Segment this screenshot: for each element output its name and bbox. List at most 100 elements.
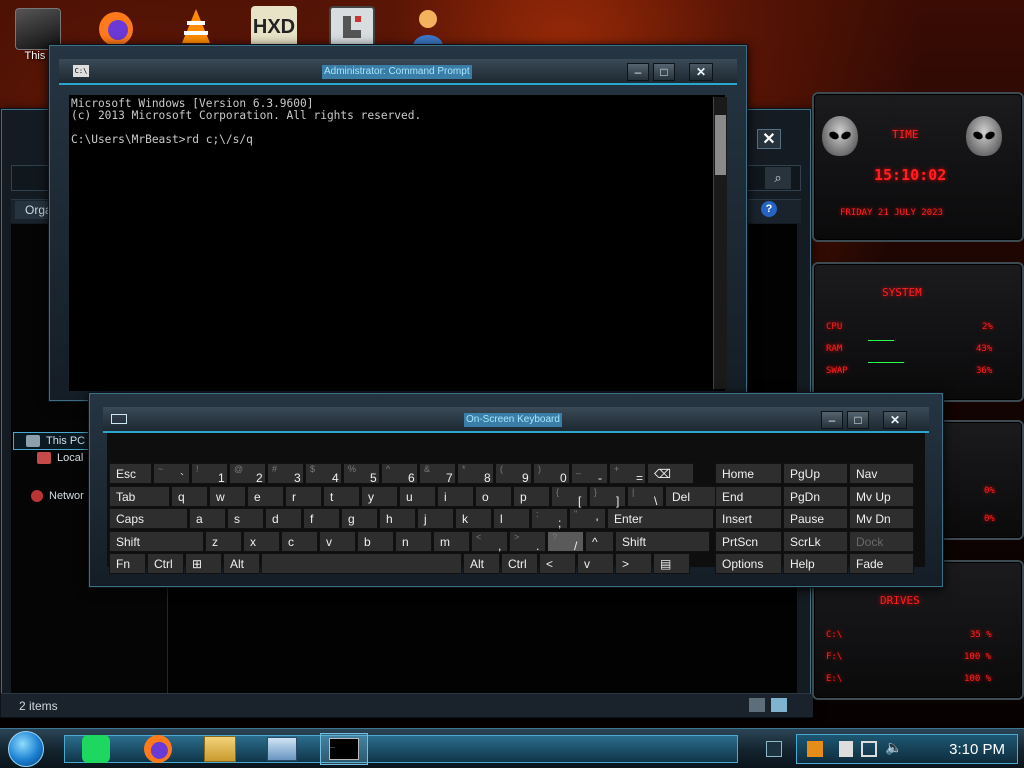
- key[interactable]: [261, 553, 462, 574]
- desktop-icon-app[interactable]: [322, 6, 382, 48]
- key[interactable]: j: [417, 508, 454, 529]
- key[interactable]: :;: [531, 508, 568, 530]
- taskbar-spotify[interactable]: [74, 733, 118, 765]
- key[interactable]: ^ 6: [381, 463, 418, 485]
- side-key[interactable]: Home: [715, 463, 782, 484]
- key[interactable]: @2: [229, 463, 266, 485]
- key[interactable]: o: [475, 485, 512, 507]
- close-button[interactable]: ✕: [883, 411, 907, 429]
- search-icon[interactable]: ⌕: [765, 167, 791, 189]
- taskbar-clock[interactable]: 3:10 PM: [949, 741, 1005, 758]
- nav-item-local-disk[interactable]: Local: [37, 452, 83, 464]
- key[interactable]: n: [395, 530, 432, 552]
- key[interactable]: y: [361, 485, 398, 507]
- key[interactable]: % 5: [343, 463, 380, 485]
- cmd-titlebar[interactable]: C:\ Administrator: Command Prompt – □ ✕: [59, 59, 737, 85]
- key[interactable]: e: [247, 485, 284, 507]
- key[interactable]: z: [205, 530, 242, 552]
- taskbar-file-explorer[interactable]: [198, 733, 242, 765]
- volume-icon[interactable]: 🔈: [885, 739, 902, 756]
- action-center-icon[interactable]: [839, 741, 853, 757]
- minimize-button[interactable]: –: [627, 63, 649, 81]
- key[interactable]: m: [433, 530, 470, 552]
- nav-item-network[interactable]: Networ: [31, 490, 84, 502]
- key[interactable]: Fn: [109, 553, 146, 574]
- on-screen-keyboard-window[interactable]: On-Screen Keyboard – □ ✕ Esc ~ `! 1 @2 #3 $4% 5…: [88, 392, 944, 588]
- key[interactable]: w: [209, 485, 246, 507]
- desktop-icon-hxd[interactable]: HXD: [244, 6, 304, 48]
- key[interactable]: Ctrl: [147, 553, 184, 574]
- key[interactable]: k: [455, 508, 492, 529]
- key[interactable]: q: [171, 485, 208, 507]
- explorer-close-button[interactable]: ✕: [757, 129, 781, 149]
- key[interactable]: i: [437, 485, 474, 507]
- key[interactable]: ^: [585, 530, 614, 552]
- key[interactable]: ) 0: [533, 463, 570, 485]
- side-key[interactable]: Nav: [849, 463, 914, 484]
- desktop-icon-firefox[interactable]: [86, 6, 146, 48]
- key[interactable]: ⌫: [647, 463, 694, 484]
- side-key[interactable]: Help: [783, 553, 848, 574]
- network-icon[interactable]: [861, 741, 877, 757]
- help-icon[interactable]: ?: [761, 201, 777, 217]
- maximize-button[interactable]: □: [847, 411, 869, 429]
- taskbar-cmd[interactable]: _: [320, 733, 368, 765]
- side-key[interactable]: PgDn: [783, 485, 848, 507]
- key[interactable]: ? /: [547, 530, 584, 553]
- side-key[interactable]: Dock: [849, 530, 914, 552]
- side-key[interactable]: Options: [715, 553, 782, 574]
- key[interactable]: t: [323, 485, 360, 507]
- side-key[interactable]: Pause: [783, 508, 848, 529]
- key[interactable]: " ': [569, 508, 606, 530]
- key[interactable]: }]: [589, 485, 626, 508]
- command-prompt-window[interactable]: C:\ Administrator: Command Prompt – □ ✕ …: [48, 44, 748, 402]
- scrollbar-thumb[interactable]: [715, 115, 726, 175]
- tiles-view-icon[interactable]: [771, 698, 787, 712]
- side-key[interactable]: End: [715, 485, 782, 507]
- key[interactable]: Esc: [109, 463, 152, 484]
- key[interactable]: Tab: [109, 485, 170, 507]
- key[interactable]: h: [379, 508, 416, 529]
- side-key[interactable]: Mv Up: [849, 485, 914, 507]
- console-scrollbar[interactable]: [713, 97, 727, 389]
- key[interactable]: | \: [627, 485, 664, 508]
- taskbar-firefox[interactable]: [136, 733, 180, 765]
- key[interactable]: Ctrl: [501, 553, 538, 574]
- key[interactable]: x: [243, 530, 280, 552]
- key[interactable]: ⊞: [185, 553, 222, 574]
- maximize-button[interactable]: □: [653, 63, 675, 81]
- key[interactable]: $4: [305, 463, 342, 485]
- side-key[interactable]: Insert: [715, 508, 782, 529]
- time-gadget[interactable]: TIME 15:10:02 FRIDAY 21 JULY 2023: [812, 92, 1024, 242]
- app-tray-icon[interactable]: [807, 741, 823, 757]
- key[interactable]: + =: [609, 463, 646, 485]
- key[interactable]: #3: [267, 463, 304, 485]
- key[interactable]: b: [357, 530, 394, 552]
- key[interactable]: ▤: [653, 553, 690, 574]
- key[interactable]: g: [341, 508, 378, 529]
- side-key[interactable]: Mv Dn: [849, 508, 914, 529]
- close-button[interactable]: ✕: [689, 63, 713, 81]
- key[interactable]: & 7: [419, 463, 456, 485]
- osk-titlebar[interactable]: On-Screen Keyboard – □ ✕: [103, 407, 929, 433]
- key[interactable]: a: [189, 508, 226, 529]
- desktop-icon-user[interactable]: [398, 6, 458, 48]
- desktop-icon-vlc[interactable]: [166, 6, 226, 48]
- taskbar-remote-desktop[interactable]: [260, 733, 304, 765]
- key[interactable]: d: [265, 508, 302, 529]
- system-gadget[interactable]: SYSTEM CPU 2% RAM 43% SWAP 36%: [812, 262, 1024, 402]
- key[interactable]: _ -: [571, 463, 608, 485]
- key[interactable]: f: [303, 508, 340, 529]
- start-button[interactable]: [8, 731, 44, 767]
- key[interactable]: u: [399, 485, 436, 507]
- console-output[interactable]: Microsoft Windows [Version 6.3.9600] (c) …: [69, 95, 725, 391]
- key[interactable]: Caps: [109, 508, 188, 529]
- side-key[interactable]: PgUp: [783, 463, 848, 484]
- side-key[interactable]: Fade: [849, 553, 914, 574]
- key[interactable]: <,: [471, 530, 508, 553]
- key[interactable]: v: [319, 530, 356, 552]
- side-key[interactable]: PrtScn: [715, 530, 782, 552]
- details-view-icon[interactable]: [749, 698, 765, 712]
- key[interactable]: (9: [495, 463, 532, 485]
- key[interactable]: p: [513, 485, 550, 507]
